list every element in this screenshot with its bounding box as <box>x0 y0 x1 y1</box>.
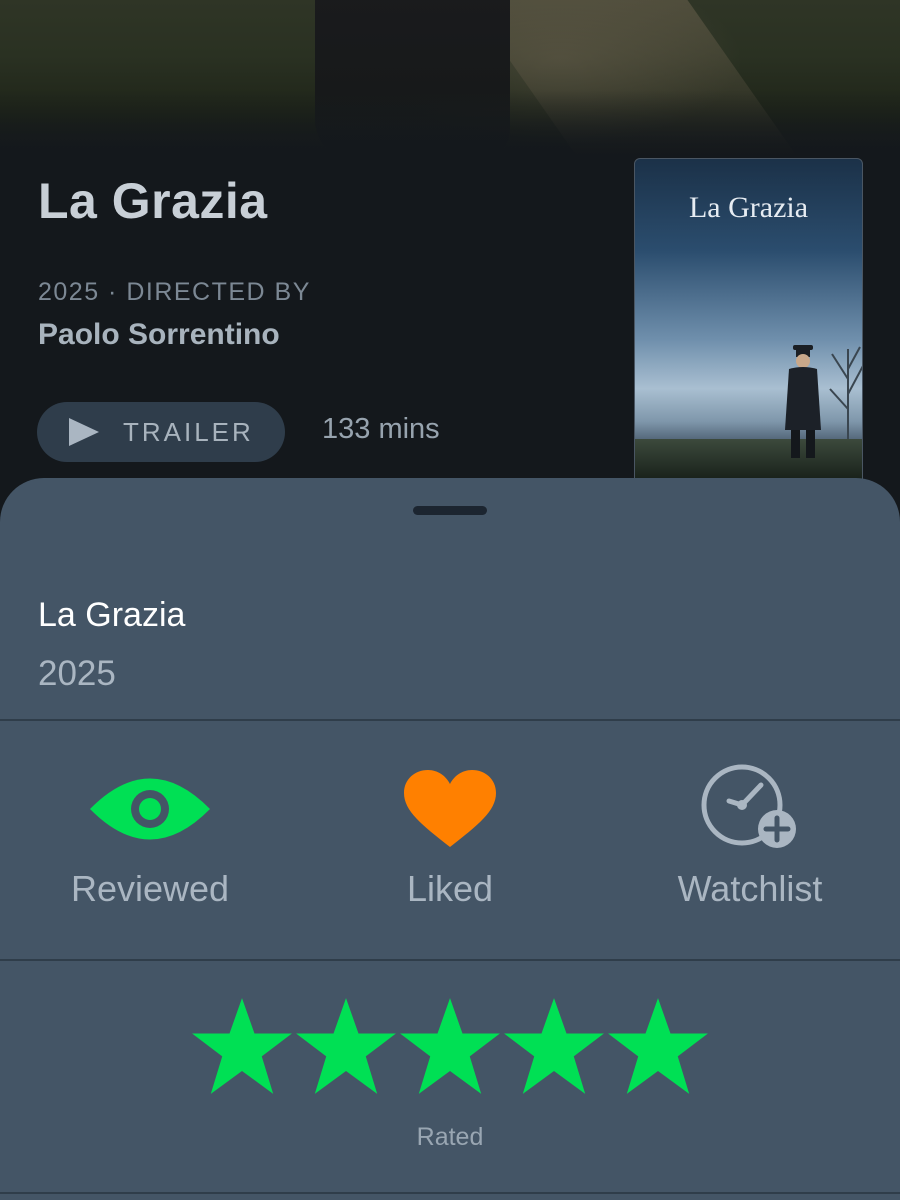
film-title: La Grazia <box>38 173 268 229</box>
trailer-button[interactable]: TRAILER <box>37 402 285 462</box>
watchlist-label: Watchlist <box>677 868 823 909</box>
play-icon <box>67 417 101 447</box>
liked-button[interactable]: Liked <box>300 764 600 914</box>
film-meta: 2025 · DIRECTED BY <box>38 278 311 306</box>
eye-icon <box>88 764 212 854</box>
director-name[interactable]: Paolo Sorrentino <box>38 318 280 352</box>
clock-plus-icon <box>695 764 805 854</box>
star-icon[interactable] <box>502 996 606 1096</box>
heart-icon <box>402 764 498 854</box>
poster-title: La Grazia <box>688 191 809 224</box>
star-icon[interactable] <box>606 996 710 1096</box>
sheet-film-title: La Grazia <box>38 596 186 634</box>
backdrop-image <box>0 0 900 160</box>
star-icon[interactable] <box>294 996 398 1096</box>
runtime: 133 mins <box>322 413 440 445</box>
actions-sheet: La Grazia 2025 Reviewed Liked Watchlist … <box>0 478 900 1200</box>
trailer-label: TRAILER <box>123 416 254 447</box>
sheet-film-year: 2025 <box>38 654 116 693</box>
watchlist-button[interactable]: Watchlist <box>600 764 900 914</box>
star-rating[interactable] <box>0 996 900 1096</box>
reviewed-label: Reviewed <box>70 868 230 909</box>
rating-label: Rated <box>416 1123 484 1151</box>
divider <box>0 959 900 961</box>
star-icon[interactable] <box>398 996 502 1096</box>
star-icon[interactable] <box>190 996 294 1096</box>
poster-figure <box>785 345 821 458</box>
divider <box>0 1192 900 1194</box>
reviewed-button[interactable]: Reviewed <box>0 764 300 914</box>
divider <box>0 719 900 721</box>
liked-label: Liked <box>406 868 494 909</box>
film-poster[interactable]: La Grazia <box>634 158 863 488</box>
sheet-handle[interactable] <box>413 506 487 515</box>
